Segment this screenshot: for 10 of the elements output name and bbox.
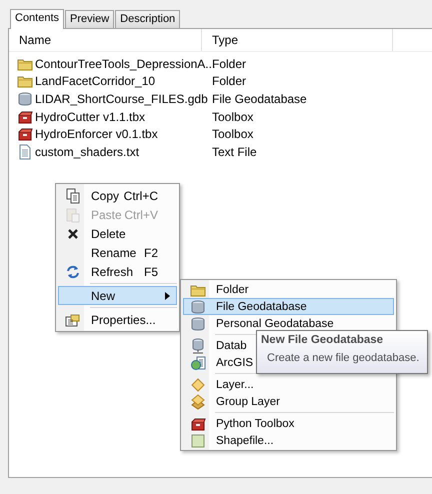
file-type: Toolbox [211,127,254,142]
tooltip-text: Create a new file geodatabase. [266,352,420,364]
shortcut-text: Ctrl+V [124,208,158,222]
shortcut-text: F2 [144,246,158,260]
shortcut-text: Ctrl+C [124,188,158,202]
tooltip-title: New File Geodatabase [261,334,384,346]
file-type: Toolbox [211,110,254,124]
shortcut-text: F5 [144,264,158,278]
file-type: Text File [211,144,258,159]
file-type: Folder [211,74,248,88]
